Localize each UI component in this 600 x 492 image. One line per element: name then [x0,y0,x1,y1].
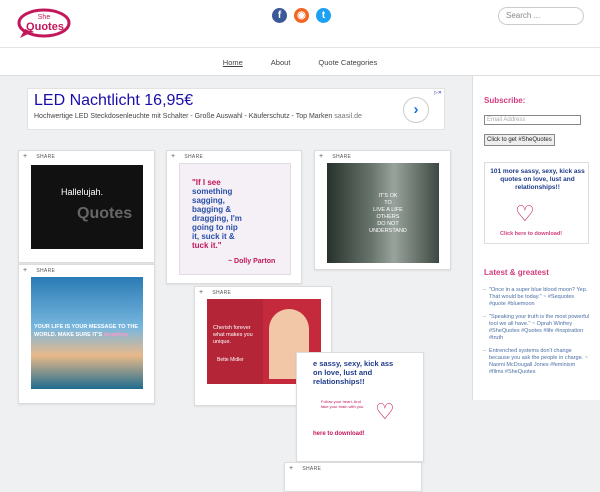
quote-card[interactable]: + SHARE YOUR LIFE IS YOUR MESSAGE TO THE W… [18,264,155,404]
email-field[interactable]: Email Address [484,115,581,125]
ad-banner[interactable]: LED Nachtlicht 16,95€ Hochwertige LED St… [27,88,445,130]
ad-description: Hochwertige LED Steckdosenleuchte mit Sc… [34,113,362,120]
latest-list: "Once in a super blue blood moon? Yep. T… [483,287,590,376]
top-bar: She Quotes f ◉ t Search ... [0,0,600,48]
nav-about[interactable]: About [271,58,291,75]
quote-image[interactable]: YOUR LIFE IS YOUR MESSAGE TO THE WORLD. M… [31,277,143,389]
svg-text:She: She [38,14,51,21]
quote-image[interactable]: IT'S OK TO LIVE A LIFE OTHERS DO NOT UNDERSTA… [327,163,439,263]
share-button[interactable]: + SHARE [289,465,321,472]
latest-title: Latest & greatest [484,268,549,277]
ad-choices-icon[interactable]: ▷✕ [434,90,442,96]
ad-title[interactable]: LED Nachtlicht 16,95€ [34,92,193,110]
quote-image[interactable]: "If I see something sagging, bagging & d… [179,163,291,275]
sidebar: Subscribe: Email Address Click to get #S… [472,76,600,400]
quote-card[interactable]: + SHARE Hallelujah. Quotes [18,150,155,263]
promo-banner[interactable]: 101 more sassy, sexy, kick ass quotes on… [484,162,589,244]
share-button[interactable]: + SHARE [171,153,203,160]
share-button[interactable]: + SHARE [319,153,351,160]
subscribe-title: Subscribe: [484,96,526,105]
twitter-icon[interactable]: t [316,8,331,23]
share-button[interactable]: + SHARE [23,153,55,160]
latest-item[interactable]: Entrenched systems don't change because … [483,348,590,376]
heart-icon: ♡ [375,399,395,424]
quote-image[interactable]: e sassy, sexy, kick ass on love, lust and… [297,359,423,459]
share-button[interactable]: + SHARE [199,289,231,296]
latest-section: Latest & greatest "Once in a super blue … [483,268,590,376]
main-content: LED Nachtlicht 16,95€ Hochwertige LED St… [0,76,472,492]
quote-card[interactable]: e sassy, sexy, kick ass on love, lust and… [296,352,424,462]
latest-item[interactable]: "Speaking your truth is the most powerfu… [483,314,590,342]
nav-home[interactable]: Home [223,58,243,75]
rss-icon[interactable]: ◉ [294,8,309,23]
latest-item[interactable]: "Once in a super blue blood moon? Yep. T… [483,287,590,308]
facebook-icon[interactable]: f [272,8,287,23]
shequotes-logo[interactable]: She Quotes [17,7,72,40]
quote-card[interactable]: + SHARE IT'S OK TO LIVE A LIFE OTHERS DO NOT U… [314,150,451,270]
main-nav: Home About Quote Categories [0,48,600,76]
quote-card[interactable]: + SHARE [284,462,422,492]
ad-arrow-button[interactable]: › [403,97,429,123]
share-button[interactable]: + SHARE [23,267,55,274]
svg-text:Quotes: Quotes [26,21,64,33]
nav-quote-categories[interactable]: Quote Categories [318,58,377,75]
search-input[interactable]: Search ... [498,7,584,25]
social-links: f ◉ t [272,8,331,23]
quote-image[interactable]: Hallelujah. Quotes [31,165,143,249]
heart-icon: ♡ [515,201,535,226]
subscribe-button[interactable]: Click to get #SheQuotes [484,134,555,146]
quote-card[interactable]: + SHARE "If I see something sagging, bagg… [166,150,302,284]
